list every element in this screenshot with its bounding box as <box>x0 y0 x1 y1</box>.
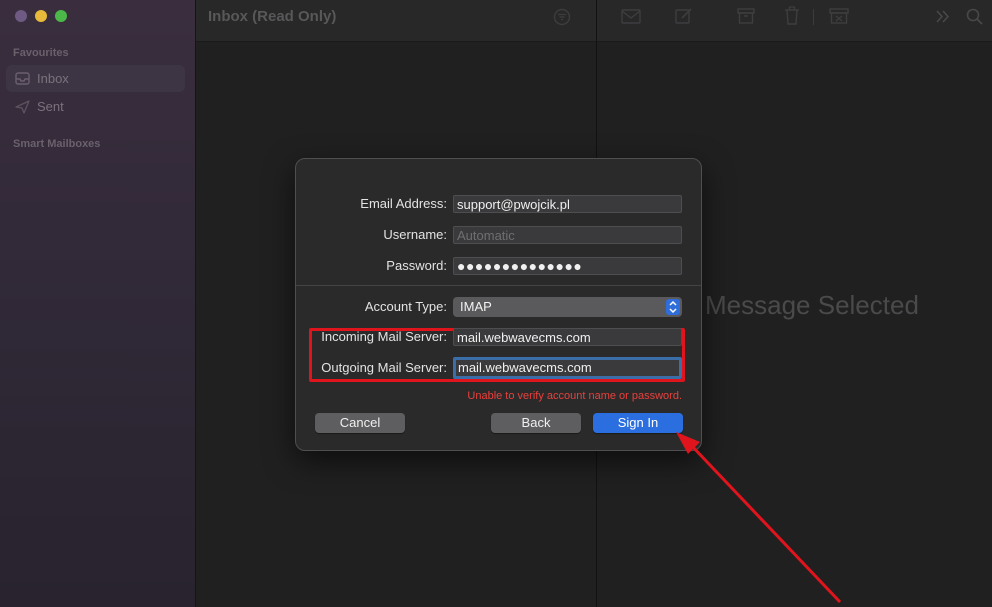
account-setup-dialog: Email Address: support@pwojcik.pl Userna… <box>295 158 702 451</box>
inbox-icon <box>15 72 30 85</box>
account-type-select[interactable]: IMAP <box>453 297 682 317</box>
search-icon[interactable] <box>966 8 983 25</box>
back-button[interactable]: Back <box>491 413 581 433</box>
cancel-button[interactable]: Cancel <box>315 413 405 433</box>
zoom-window-button[interactable] <box>55 10 67 22</box>
incoming-server-field[interactable]: mail.webwavecms.com <box>453 328 682 346</box>
window-controls <box>15 10 67 22</box>
account-type-label: Account Type: <box>364 299 447 314</box>
sidebar-item-label: Inbox <box>37 71 69 86</box>
chevron-double-right-icon[interactable] <box>935 10 951 23</box>
sidebar-item-label: Sent <box>37 99 64 114</box>
mail-app-window: Favourites Inbox Sent Smart Mailboxes In… <box>0 0 992 607</box>
archive-icon[interactable] <box>737 8 755 24</box>
email-address-label: Email Address: <box>360 196 447 211</box>
sign-in-button[interactable]: Sign In <box>593 413 683 433</box>
compose-icon[interactable] <box>675 7 693 25</box>
sidebar: Favourites Inbox Sent Smart Mailboxes <box>0 0 196 607</box>
username-label: Username: <box>383 227 447 242</box>
close-window-button[interactable] <box>15 10 27 22</box>
smart-mailboxes-section-title: Smart Mailboxes <box>13 138 101 150</box>
outgoing-server-field[interactable]: mail.webwavecms.com <box>453 357 682 379</box>
paper-plane-icon <box>15 99 30 114</box>
username-field[interactable]: Automatic <box>453 226 682 244</box>
dialog-divider <box>296 285 701 286</box>
password-field[interactable]: ●●●●●●●●●●●●●● <box>453 257 682 275</box>
minimize-window-button[interactable] <box>35 10 47 22</box>
filter-icon[interactable] <box>553 8 571 26</box>
message-list-toolbar: Inbox (Read Only) <box>196 0 596 42</box>
junk-icon[interactable] <box>829 8 849 24</box>
incoming-server-label: Incoming Mail Server: <box>321 329 447 344</box>
chevron-up-down-icon <box>669 300 677 314</box>
select-stepper <box>666 299 680 315</box>
sidebar-item-sent[interactable]: Sent <box>6 93 185 120</box>
empty-viewer-text: Message Selected <box>705 290 919 320</box>
mailbox-title: Inbox (Read Only) <box>208 8 337 25</box>
email-address-field[interactable]: support@pwojcik.pl <box>453 195 682 213</box>
sidebar-item-inbox[interactable]: Inbox <box>6 65 185 92</box>
envelope-icon[interactable] <box>621 9 641 24</box>
outgoing-server-label: Outgoing Mail Server: <box>321 360 447 375</box>
account-type-value: IMAP <box>460 299 492 314</box>
password-label: Password: <box>386 258 447 273</box>
error-message: Unable to verify account name or passwor… <box>467 390 682 402</box>
toolbar-separator <box>813 9 814 25</box>
favourites-section-title: Favourites <box>13 47 69 59</box>
viewer-toolbar <box>597 0 992 42</box>
trash-icon[interactable] <box>784 6 800 25</box>
